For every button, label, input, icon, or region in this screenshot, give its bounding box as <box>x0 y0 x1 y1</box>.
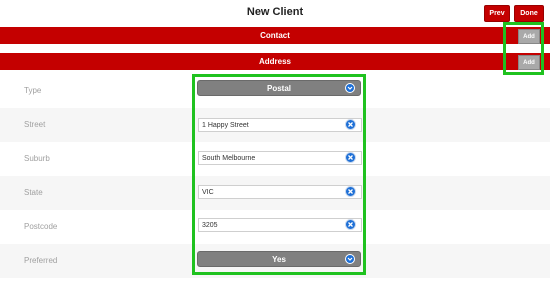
street-label: Street <box>24 120 46 129</box>
suburb-input-value: South Melbourne <box>202 154 256 162</box>
clear-postcode-icon[interactable] <box>345 219 356 230</box>
type-label: Type <box>24 86 42 95</box>
page-title: New Client <box>246 6 304 18</box>
contact-section-label: Contact <box>260 31 290 40</box>
street-input-value: 1 Happy Street <box>202 121 249 129</box>
state-input[interactable]: VIC <box>198 185 362 199</box>
address-section-bar: Address Add <box>0 53 550 70</box>
address-section-label: Address <box>258 57 291 66</box>
clear-street-icon[interactable] <box>345 119 356 130</box>
state-label: State <box>24 188 43 197</box>
top-bar: New Client Prev Done <box>0 0 550 25</box>
suburb-input[interactable]: South Melbourne <box>198 151 362 165</box>
clear-state-icon[interactable] <box>345 186 356 197</box>
chevron-down-icon <box>345 254 355 264</box>
preferred-label: Preferred <box>24 256 58 265</box>
suburb-label: Suburb <box>24 154 50 163</box>
type-select-value: Postal <box>266 83 291 93</box>
prev-button[interactable]: Prev <box>484 5 510 22</box>
type-select[interactable]: Postal <box>197 80 361 96</box>
chevron-down-icon <box>345 83 355 93</box>
add-address-button[interactable]: Add <box>518 55 540 70</box>
postcode-input-value: 3205 <box>202 221 218 229</box>
add-contact-button[interactable]: Add <box>518 29 540 44</box>
state-input-value: VIC <box>202 188 214 196</box>
preferred-select[interactable]: Yes <box>197 251 361 267</box>
preferred-select-value: Yes <box>272 254 286 264</box>
contact-section-bar: Contact Add <box>0 27 550 44</box>
street-input[interactable]: 1 Happy Street <box>198 118 362 132</box>
clear-suburb-icon[interactable] <box>345 152 356 163</box>
postcode-label: Postcode <box>24 222 58 231</box>
postcode-input[interactable]: 3205 <box>198 218 362 232</box>
done-button[interactable]: Done <box>514 5 544 22</box>
